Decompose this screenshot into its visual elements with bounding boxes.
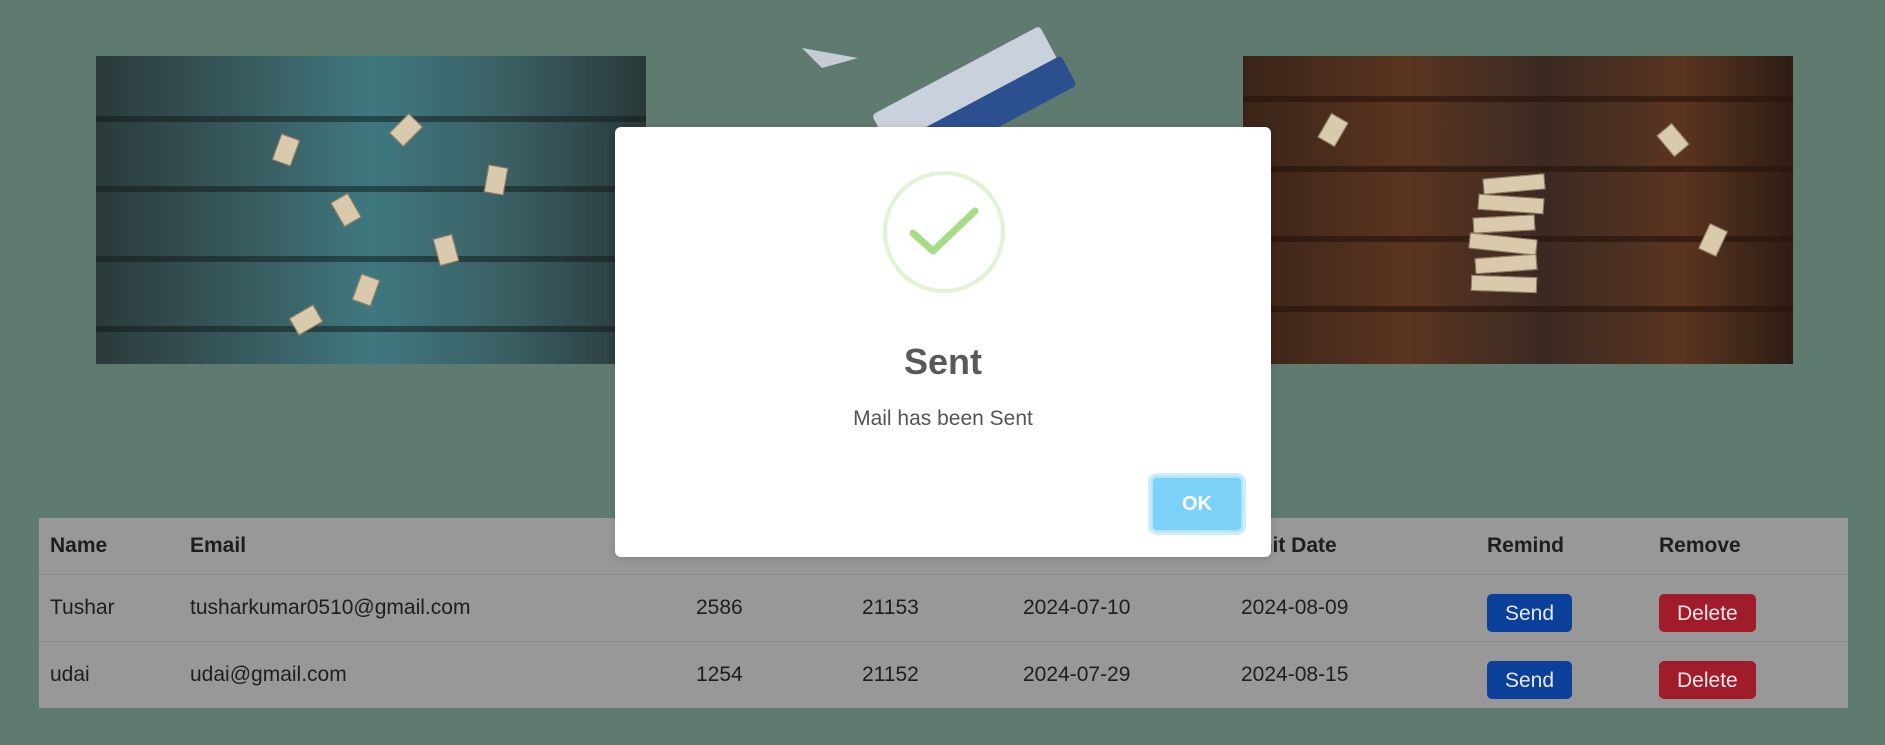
cell-remind: Send [1476,574,1648,642]
cell-remind: Send [1476,642,1648,709]
cell-submit-date: 2024-08-15 [1241,663,1349,686]
cell-name: Tushar [39,574,179,642]
cell-email: udai@gmail.com [190,663,347,686]
header-remove: Remove [1648,518,1848,575]
cell-col4: 21153 [851,574,1012,642]
cell-remove: Delete [1648,642,1848,709]
cell-submit-date: 2024-08-09 [1230,574,1476,642]
success-modal: Sent Mail has been Sent OK [615,127,1271,557]
send-button[interactable]: Send [1487,594,1573,632]
cell-col5: 2024-07-10 [1012,574,1230,642]
cell-remove: Delete [1648,574,1848,642]
cell-col4: 21152 [862,663,919,686]
delete-button[interactable]: Delete [1659,661,1756,699]
modal-title: Sent [903,341,982,382]
delete-button[interactable]: Delete [1659,594,1756,632]
table-row: udai udai@gmail.com 1254 21152 2024-07-2… [39,642,1848,709]
hero-image-right [1243,56,1793,364]
table-row: Tushar tusharkumar0510@gmail.com 2586 21… [39,574,1848,642]
cell-col5: 2024-07-29 [1023,663,1131,686]
send-button[interactable]: Send [1487,661,1573,699]
success-check-icon [883,171,1005,293]
ok-button[interactable]: OK [1151,476,1243,532]
paper-plane-icon [802,48,858,68]
header-remind: Remind [1476,518,1648,575]
hero-image-left [96,56,646,364]
header-name: Name [39,518,179,575]
cell-email: tusharkumar0510@gmail.com [179,574,685,642]
cell-col3: 1254 [696,663,743,686]
cell-name: udai [50,663,90,686]
modal-message: Mail has been Sent [853,407,1033,430]
cell-col3: 2586 [685,574,851,642]
header-email: Email [179,518,685,575]
